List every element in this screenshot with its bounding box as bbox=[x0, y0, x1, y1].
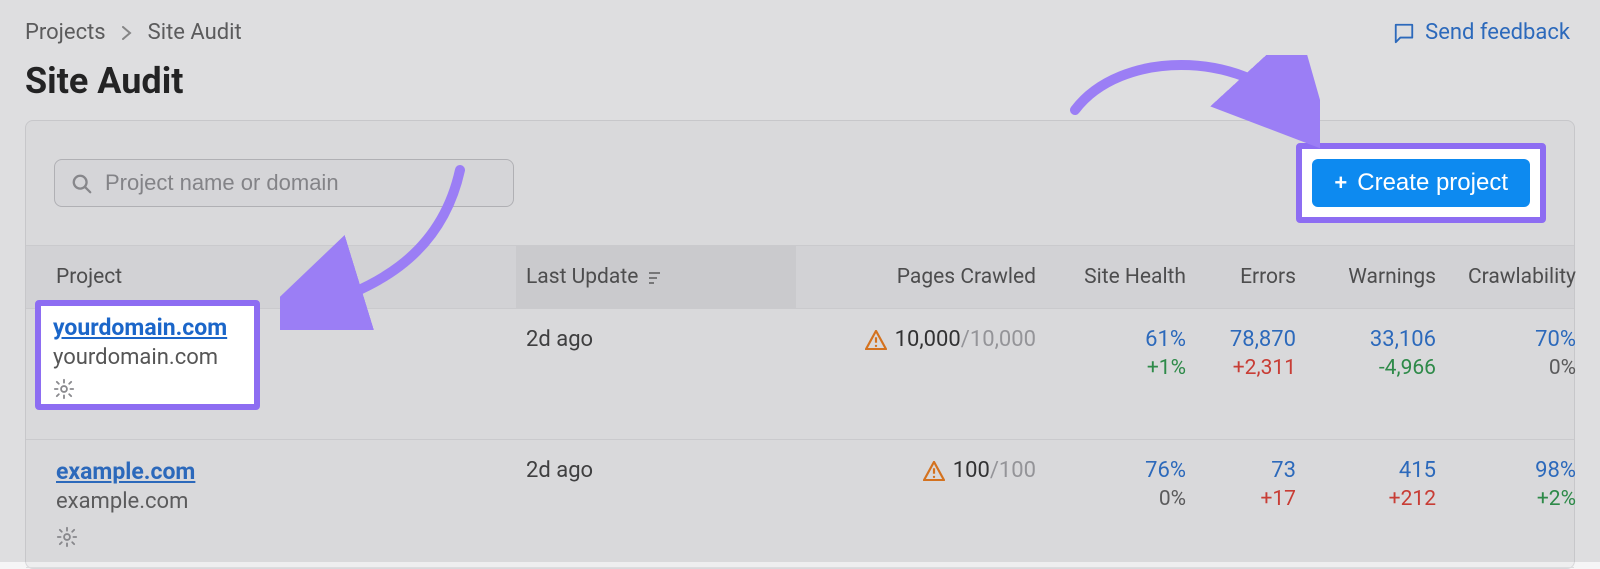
create-project-highlight: + Create project bbox=[1296, 143, 1546, 223]
col-errors[interactable]: Errors bbox=[1196, 265, 1306, 289]
col-pages-crawled[interactable]: Pages Crawled bbox=[796, 265, 1046, 289]
cell-site-health: 76% 0% bbox=[1046, 458, 1196, 549]
gear-icon bbox=[56, 524, 78, 549]
table-header: Project Last Update Pages Crawled Site H… bbox=[26, 245, 1574, 309]
warning-triangle-icon bbox=[865, 327, 887, 352]
plus-icon: + bbox=[1334, 170, 1347, 196]
page-title: Site Audit bbox=[0, 55, 1600, 120]
project-settings-button[interactable] bbox=[53, 378, 242, 400]
breadcrumb-current: Site Audit bbox=[148, 20, 242, 45]
feedback-icon bbox=[1393, 20, 1415, 45]
feedback-label: Send feedback bbox=[1425, 20, 1570, 45]
col-warnings[interactable]: Warnings bbox=[1306, 265, 1446, 289]
search-box[interactable] bbox=[54, 159, 514, 207]
cell-site-health: 61% +1% bbox=[1046, 327, 1196, 421]
project-domain: example.com bbox=[56, 489, 506, 514]
cell-warnings: 415 +212 bbox=[1306, 458, 1446, 549]
cell-crawlability: 70% 0% bbox=[1446, 327, 1586, 421]
create-project-button[interactable]: + Create project bbox=[1312, 159, 1530, 207]
col-crawlability[interactable]: Crawlability bbox=[1446, 265, 1586, 289]
cell-warnings: 33,106 -4,966 bbox=[1306, 327, 1446, 421]
cell-last-update: 2d ago bbox=[516, 327, 796, 421]
cell-crawlability: 98% +2% bbox=[1446, 458, 1586, 549]
breadcrumb: Projects Site Audit bbox=[25, 20, 242, 45]
create-project-label: Create project bbox=[1357, 169, 1508, 197]
project-highlight: yourdomain.com yourdomain.com bbox=[35, 300, 260, 410]
col-site-health[interactable]: Site Health bbox=[1046, 265, 1196, 289]
chevron-right-icon bbox=[122, 22, 132, 43]
project-link[interactable]: example.com bbox=[56, 458, 195, 485]
cell-pages-crawled: 100/100 bbox=[796, 458, 1046, 549]
search-icon bbox=[71, 171, 93, 196]
gear-icon bbox=[53, 378, 75, 397]
project-settings-button[interactable] bbox=[56, 524, 506, 549]
table-row: example.com example.com 2d ago 100/100 7… bbox=[26, 440, 1574, 568]
search-input[interactable] bbox=[105, 170, 497, 196]
col-last-update[interactable]: Last Update bbox=[516, 246, 796, 308]
col-project[interactable]: Project bbox=[26, 265, 516, 289]
col-last-update-label: Last Update bbox=[526, 265, 638, 289]
warning-triangle-icon bbox=[923, 458, 945, 483]
cell-errors: 73 +17 bbox=[1196, 458, 1306, 549]
cell-errors: 78,870 +2,311 bbox=[1196, 327, 1306, 421]
project-domain: yourdomain.com bbox=[53, 345, 242, 370]
sort-desc-icon bbox=[648, 268, 664, 287]
cell-last-update: 2d ago bbox=[516, 458, 796, 549]
send-feedback-link[interactable]: Send feedback bbox=[1393, 20, 1570, 45]
project-link[interactable]: yourdomain.com bbox=[53, 314, 242, 341]
cell-pages-crawled: 10,000/10,000 bbox=[796, 327, 1046, 421]
breadcrumb-root[interactable]: Projects bbox=[25, 20, 106, 45]
